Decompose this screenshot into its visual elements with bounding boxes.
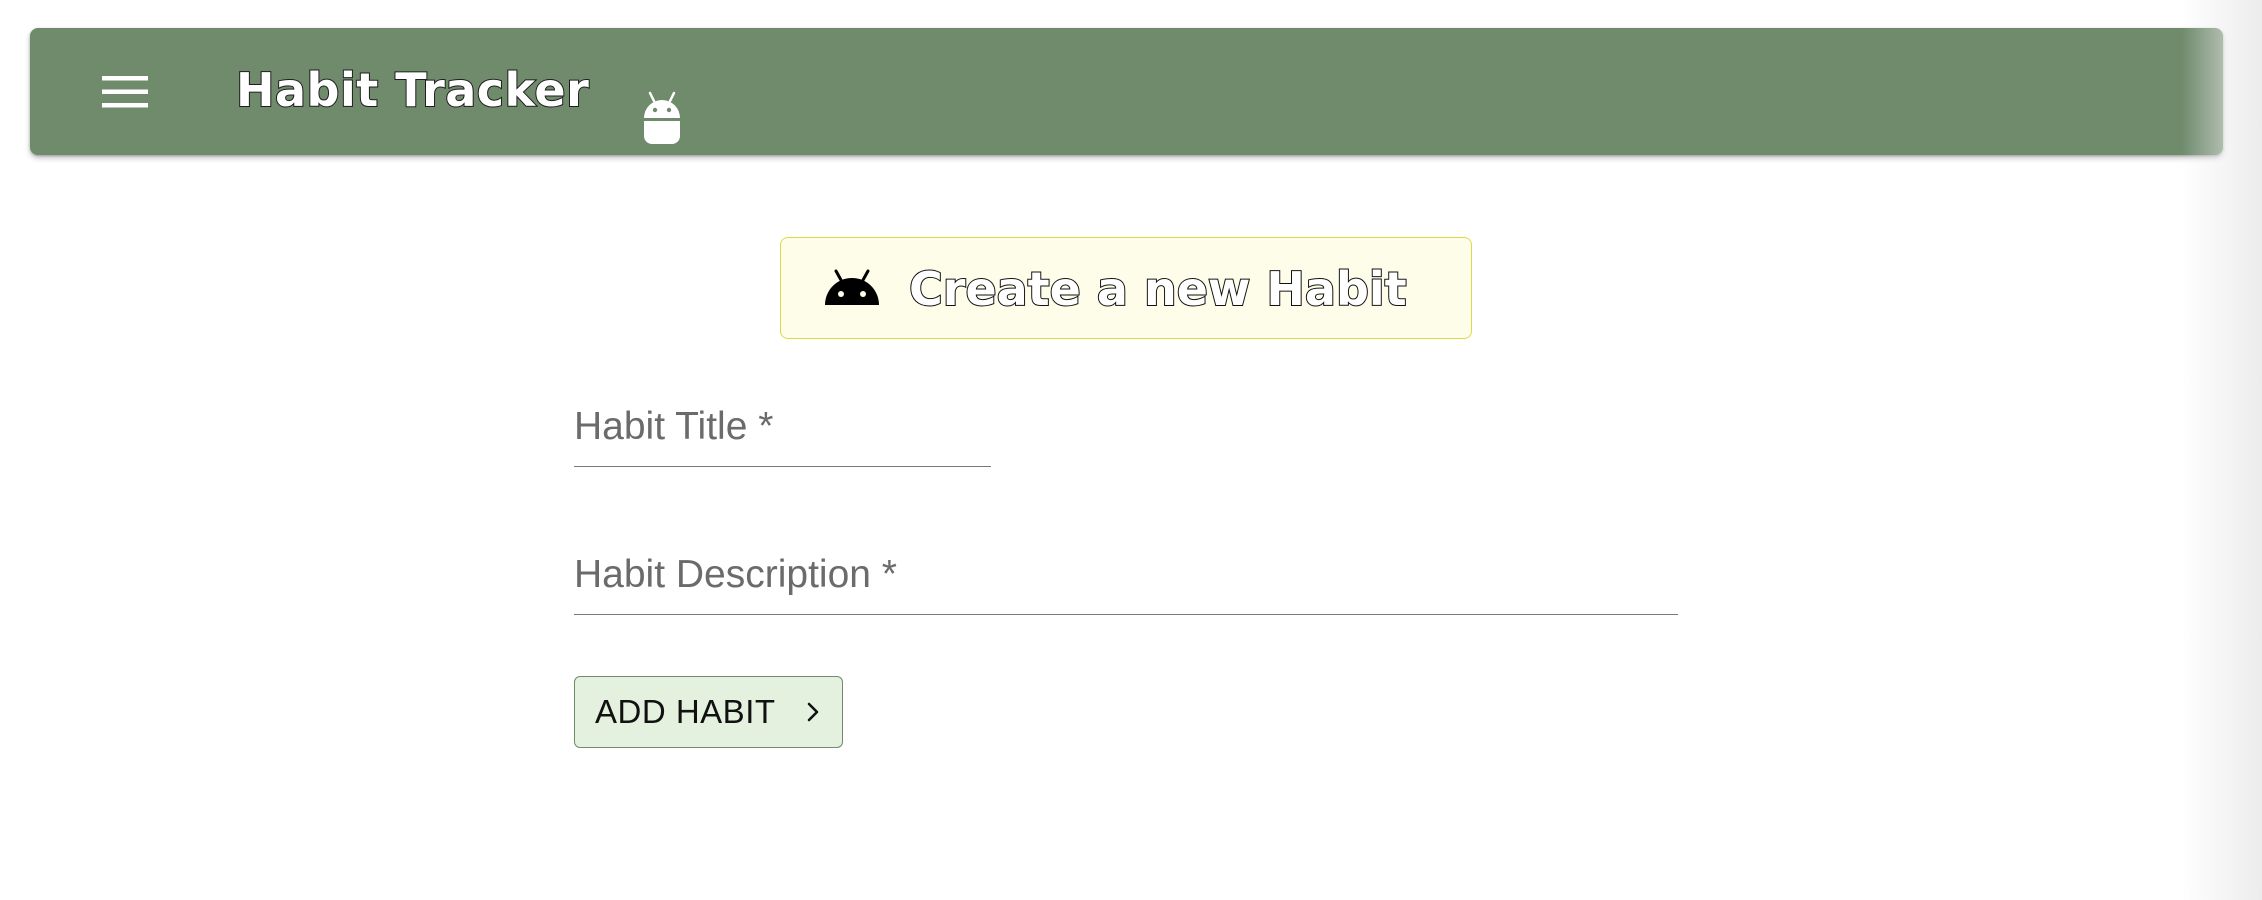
menu-button[interactable] — [92, 58, 160, 126]
habit-description-input[interactable] — [574, 560, 1682, 612]
chevron-right-icon — [807, 702, 819, 722]
create-habit-header: Create a new Habit — [780, 237, 1472, 339]
add-habit-button-label: ADD HABIT — [595, 693, 776, 730]
habit-title-field[interactable]: Habit Title * — [574, 395, 995, 467]
create-habit-title: Create a new Habit — [908, 261, 1408, 317]
habit-title-input[interactable] — [574, 412, 995, 464]
page: Habit Tracker Create a new Habit Habit T… — [0, 0, 2262, 900]
habit-description-field[interactable]: Habit Description * — [574, 543, 1682, 615]
android-icon — [644, 91, 680, 144]
window-edge-shadow — [2182, 0, 2262, 900]
hamburger-menu-icon — [102, 76, 148, 108]
add-habit-button[interactable]: ADD HABIT — [574, 676, 843, 748]
app-bar: Habit Tracker — [30, 28, 2223, 155]
app-title: Habit Tracker — [235, 62, 590, 118]
android-head-icon — [825, 269, 879, 305]
